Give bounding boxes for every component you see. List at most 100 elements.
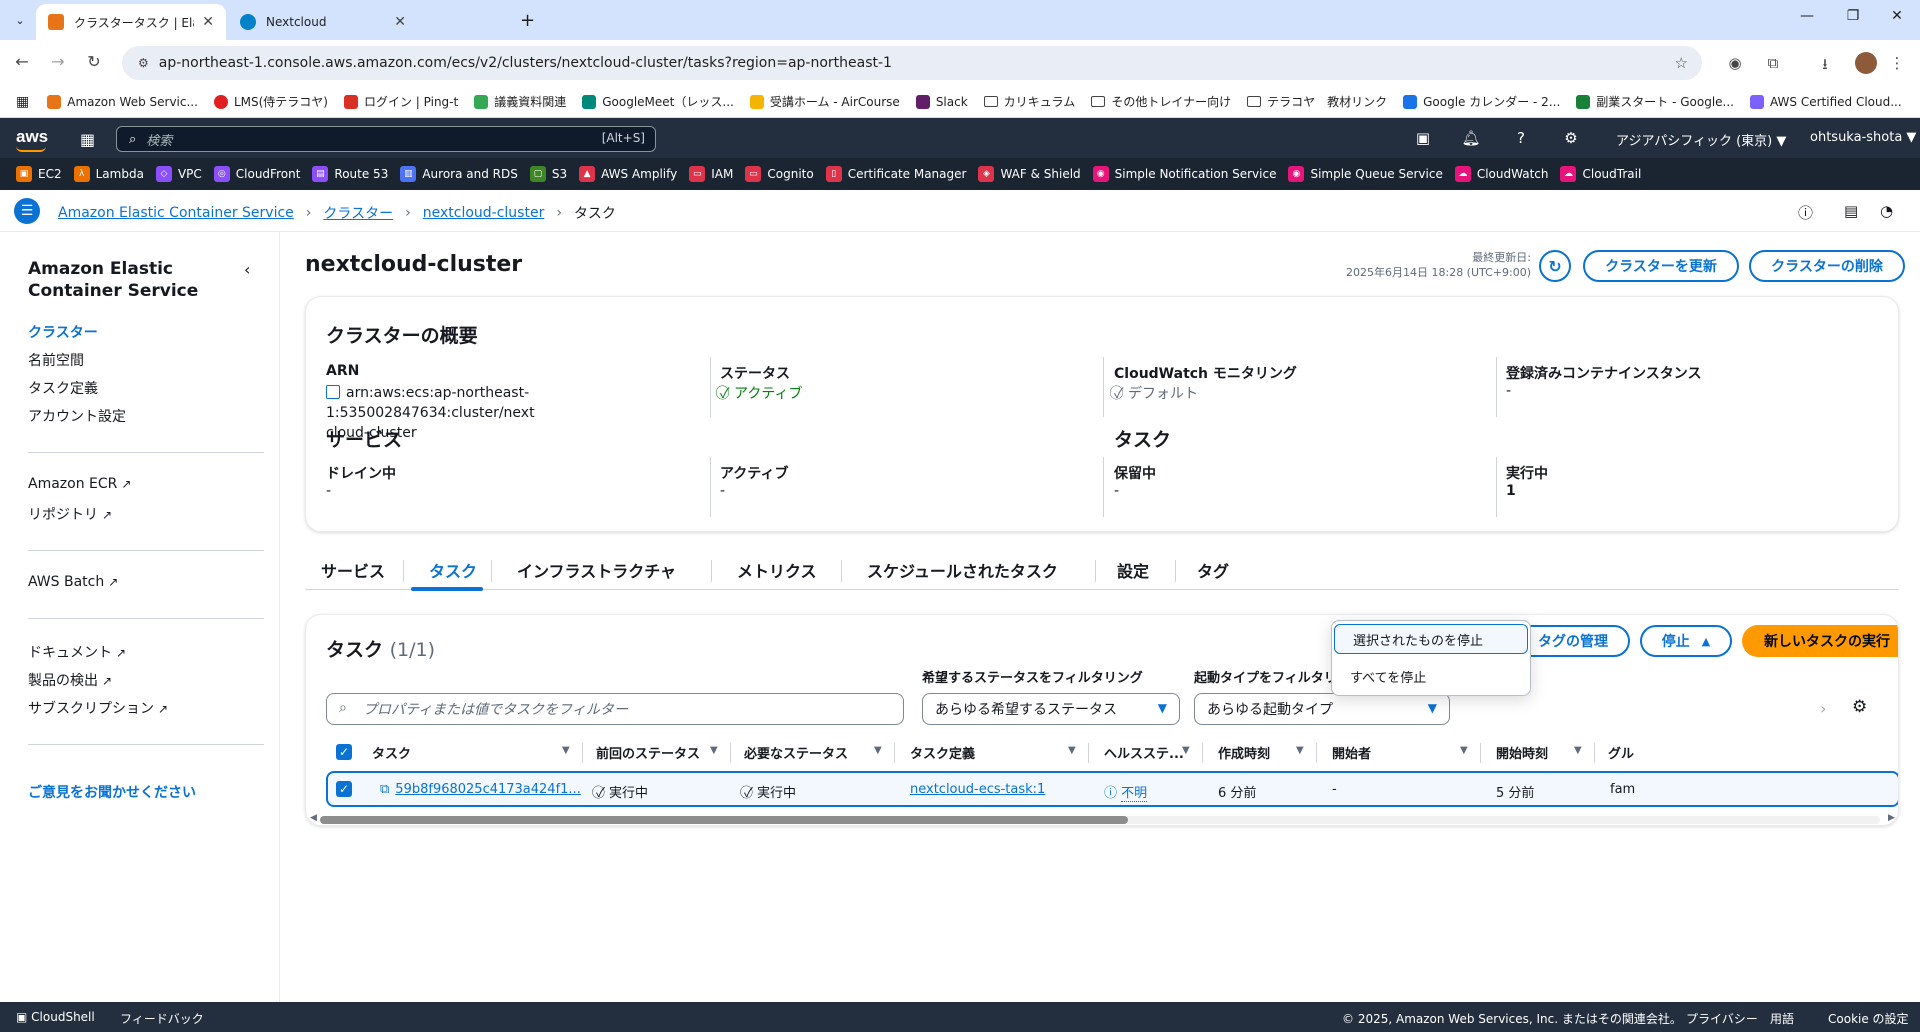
favorite-rds[interactable]: ▥ Aurora and RDS — [400, 166, 518, 182]
column-resizer[interactable] — [1202, 743, 1203, 763]
breadcrumb-link-clusters[interactable]: クラスター — [323, 203, 393, 223]
health-text[interactable]: 不明 — [1121, 786, 1148, 802]
tab-metrics[interactable]: メトリクス — [737, 558, 817, 582]
pagination-next-icon[interactable]: › — [1820, 699, 1826, 718]
col-health-status[interactable]: ヘルスステ... — [1104, 743, 1184, 762]
bookmark-folder[interactable]: その他トレイナー向け — [1091, 93, 1231, 110]
minimize-window-icon[interactable]: — — [1784, 8, 1830, 24]
back-icon[interactable]: ← — [10, 52, 34, 71]
feedback-link[interactable]: ご意見をお聞かせください — [28, 782, 196, 802]
tab-tags[interactable]: タグ — [1197, 558, 1229, 582]
bookmark-item[interactable]: LMS(侍テラコヤ) — [213, 93, 328, 110]
stop-selected-item[interactable]: 選択されたものを停止 — [1334, 624, 1528, 654]
sidebar-item-repositories[interactable]: リポジトリ ↗ — [28, 504, 112, 524]
column-resizer[interactable] — [894, 743, 895, 763]
apps-grid-icon[interactable]: ▦ — [16, 94, 29, 110]
url-bar[interactable]: ⚙ ap-northeast-1.console.aws.amazon.com/… — [122, 46, 1702, 80]
launch-filter-select[interactable]: あらゆる起動タイプ ▼ — [1194, 693, 1450, 725]
table-preferences-gear-icon[interactable]: ⚙ — [1852, 697, 1867, 717]
task-id-cell[interactable]: ⧉ 59b8f968025c4173a424f1... — [380, 782, 581, 797]
task-filter-input[interactable]: ⌕ プロパティまたは値でタスクをフィルター — [326, 693, 904, 725]
bookmark-item[interactable]: 副業スタート - Google... — [1576, 93, 1734, 110]
tab-search-chevron-icon[interactable]: ⌄ — [8, 8, 32, 32]
copy-icon[interactable] — [326, 385, 340, 399]
services-grid-icon[interactable]: ▦ — [80, 130, 95, 149]
terms-link[interactable]: 用語 — [1770, 1010, 1794, 1027]
bookmark-star-icon[interactable]: ☆ — [1675, 54, 1688, 72]
tab-tasks[interactable]: タスク — [429, 558, 477, 582]
col-created-at[interactable]: 作成時刻 — [1218, 743, 1270, 762]
forward-icon[interactable]: → — [46, 52, 70, 71]
col-last-status[interactable]: 前回のステータス — [596, 743, 700, 762]
refresh-button[interactable]: ↻ — [1539, 250, 1571, 282]
column-resizer[interactable] — [1594, 743, 1595, 763]
sidebar-item-discover-products[interactable]: 製品の検出 ↗ — [28, 670, 112, 690]
task-definition-link[interactable]: nextcloud-ecs-task:1 — [910, 782, 1045, 797]
browser-tab-nextcloud[interactable]: Nextcloud ✕ — [228, 4, 418, 40]
new-tab-button[interactable]: + — [520, 10, 535, 31]
side-panel-icon[interactable]: ▤ — [1844, 202, 1858, 220]
favorite-cloudfront[interactable]: ◎ CloudFront — [213, 166, 300, 182]
cloudshell-icon[interactable]: ▣ — [1412, 129, 1434, 147]
cloudshell-link[interactable]: ▣ CloudShell — [16, 1010, 95, 1024]
sort-caret-icon[interactable]: ▼ — [1460, 745, 1468, 756]
reload-icon[interactable]: ↻ — [82, 52, 106, 71]
sidebar-item-account-settings[interactable]: アカウント設定 — [28, 406, 126, 426]
task-definition-cell[interactable]: nextcloud-ecs-task:1 — [910, 782, 1045, 797]
site-info-icon[interactable]: ⚙ — [138, 56, 149, 70]
favorite-s3[interactable]: ▢ S3 — [529, 166, 567, 182]
update-cluster-button[interactable]: クラスターを更新 — [1583, 250, 1739, 282]
camera-icon[interactable]: ◉ — [1724, 54, 1746, 72]
sidebar-item-subscriptions[interactable]: サブスクリプション ↗ — [28, 698, 168, 718]
tab-services[interactable]: サービス — [321, 558, 385, 582]
horizontal-scrollbar[interactable]: ◀ ▶ — [306, 813, 1898, 825]
hamburger-menu-icon[interactable]: ☰ — [14, 198, 40, 224]
aws-search-input[interactable]: ⌕ 検索 [Alt+S] — [116, 126, 656, 152]
cookie-settings-link[interactable]: Cookie の設定 — [1828, 1010, 1909, 1027]
col-task[interactable]: タスク — [372, 743, 411, 762]
extensions-icon[interactable]: ⧉ — [1762, 54, 1784, 72]
notifications-bell-icon[interactable]: 🔔︎ — [1460, 129, 1482, 147]
tab-settings[interactable]: 設定 — [1117, 558, 1149, 582]
sort-caret-icon[interactable]: ▼ — [874, 745, 882, 756]
bookmark-item[interactable]: Amazon Web Servic... — [47, 94, 198, 109]
sidebar-item-task-definitions[interactable]: タスク定義 — [28, 378, 98, 398]
bookmark-item[interactable]: GoogleMeet（レッス... — [582, 93, 734, 110]
tab-scheduled-tasks[interactable]: スケジュールされたタスク — [867, 558, 1058, 582]
sort-caret-icon[interactable]: ▼ — [1574, 745, 1582, 756]
profile-avatar[interactable] — [1855, 52, 1877, 74]
favorite-cloudwatch[interactable]: ☁ CloudWatch — [1454, 166, 1548, 182]
sort-caret-icon[interactable]: ▼ — [1068, 745, 1076, 756]
bookmark-item[interactable]: 受講ホーム - AirCourse — [749, 93, 900, 110]
sidebar-item-namespaces[interactable]: 名前空間 — [28, 350, 84, 370]
favorite-cognito[interactable]: ▭ Cognito — [745, 166, 814, 182]
close-window-icon[interactable]: ✕ — [1874, 8, 1920, 24]
copy-icon[interactable]: ⧉ — [380, 782, 389, 797]
column-resizer[interactable] — [730, 743, 731, 763]
task-id-link[interactable]: 59b8f968025c4173a424f1... — [395, 782, 581, 797]
bookmark-folder[interactable]: テラコヤ 教材リンク — [1247, 93, 1387, 110]
stop-all-item[interactable]: すべてを停止 — [1332, 661, 1530, 691]
breadcrumb-link-cluster[interactable]: nextcloud-cluster — [423, 205, 545, 221]
column-resizer[interactable] — [582, 743, 583, 763]
sidenav-title[interactable]: Amazon Elastic Container Service — [28, 258, 228, 302]
sort-caret-icon[interactable]: ▼ — [710, 745, 718, 756]
bookmark-item[interactable]: AWS Certified Cloud... — [1750, 94, 1902, 109]
favorite-waf[interactable]: ◈ WAF & Shield — [978, 166, 1081, 182]
sidebar-item-ecr[interactable]: Amazon ECR ↗ — [28, 476, 131, 492]
run-new-task-button[interactable]: 新しいタスクの実行 — [1742, 625, 1898, 657]
sidebar-item-aws-batch[interactable]: AWS Batch ↗ — [28, 574, 118, 590]
browser-tab-ecs[interactable]: クラスタータスク | Elastic Container ✕ — [36, 4, 226, 40]
favorite-ec2[interactable]: ▣ EC2 — [16, 166, 62, 182]
sort-caret-icon[interactable]: ▼ — [562, 745, 570, 756]
favorite-iam[interactable]: ▭ IAM — [689, 166, 733, 182]
sort-caret-icon[interactable]: ▼ — [1296, 745, 1304, 756]
delete-cluster-button[interactable]: クラスターの削除 — [1749, 250, 1905, 282]
col-started-at[interactable]: 開始時刻 — [1496, 743, 1548, 762]
info-icon[interactable]: ⓘ — [1798, 202, 1813, 223]
sidebar-item-clusters[interactable]: クラスター — [28, 322, 98, 342]
manage-tags-button[interactable]: タグの管理 — [1516, 625, 1630, 657]
favorite-sqs[interactable]: ◉ Simple Queue Service — [1288, 166, 1443, 182]
column-resizer[interactable] — [1480, 743, 1481, 763]
scroll-right-arrow-icon[interactable]: ▶ — [1888, 813, 1895, 823]
